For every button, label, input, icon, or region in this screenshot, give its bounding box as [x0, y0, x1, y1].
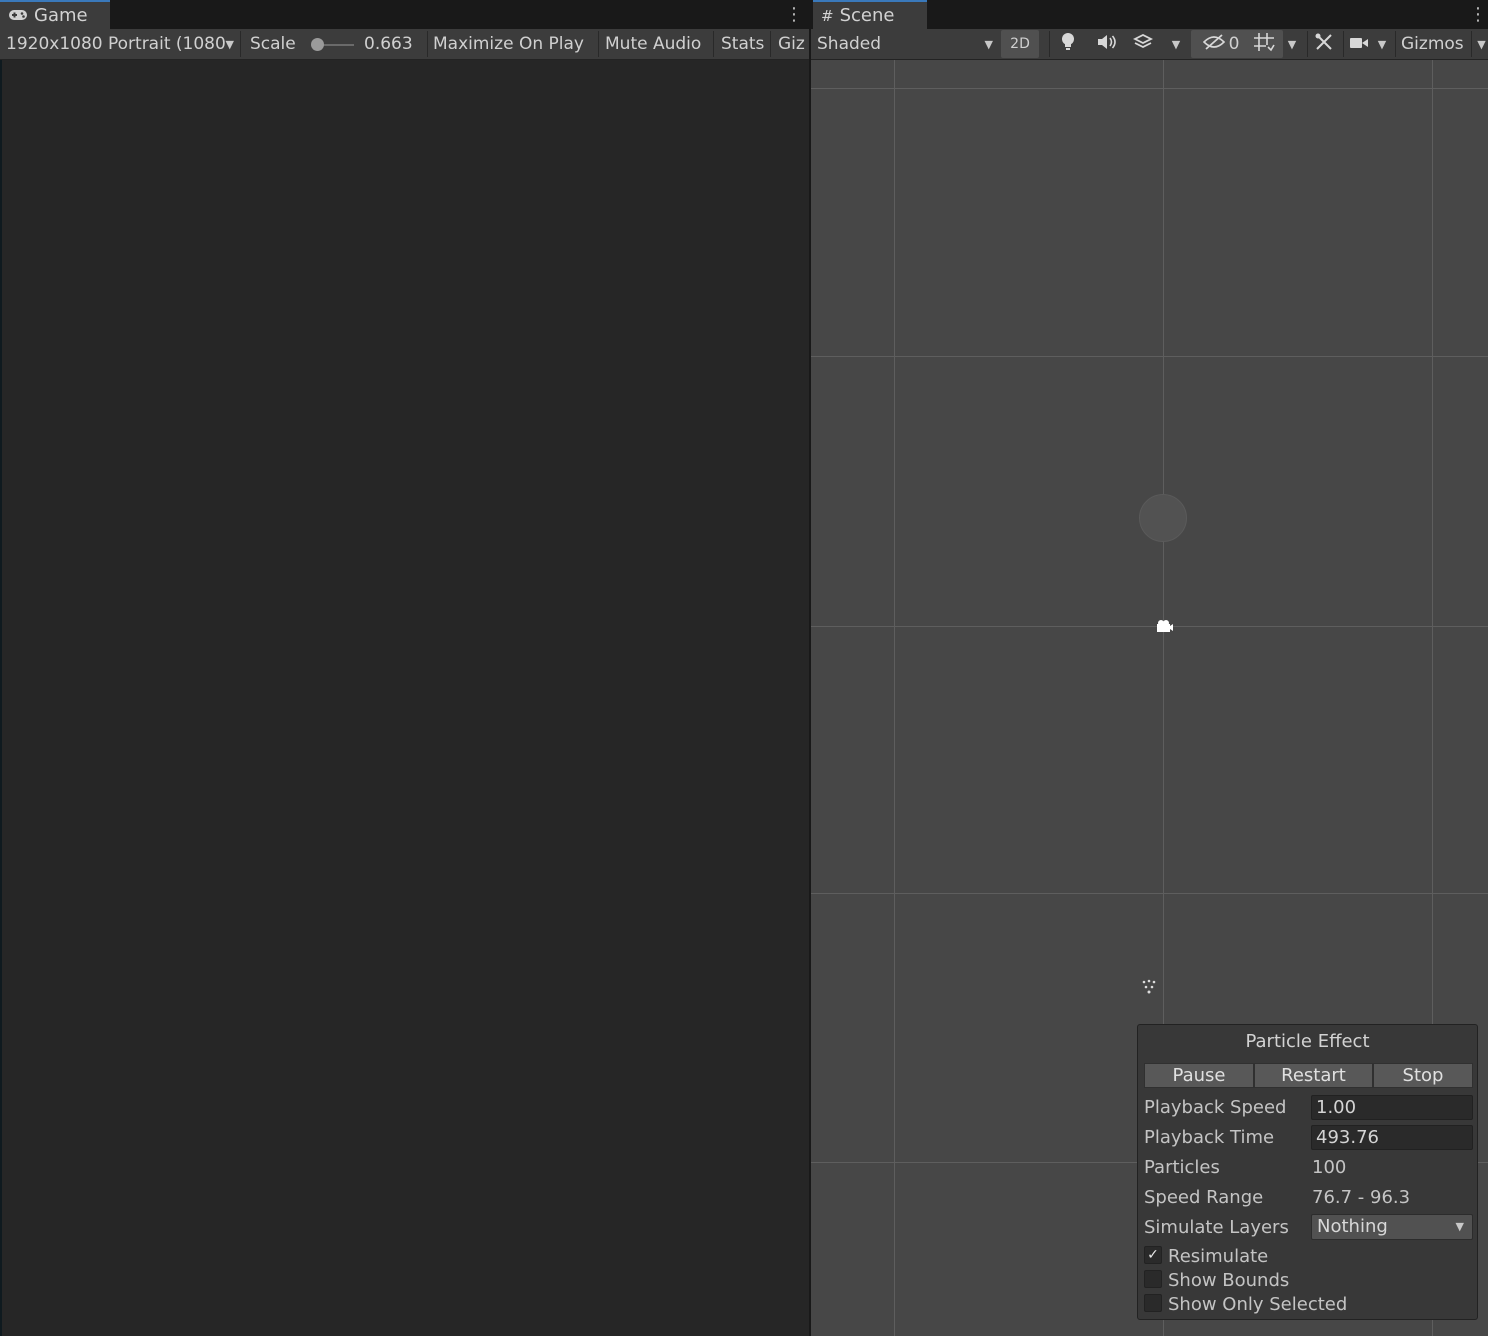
playback-speed-label: Playback Speed [1144, 1097, 1287, 1118]
chevron-down-icon: ▼ [225, 37, 234, 51]
game-more-options-icon[interactable]: ⋮ [785, 4, 803, 25]
resimulate-label: Resimulate [1168, 1246, 1269, 1267]
chevron-down-icon: ▼ [1377, 37, 1387, 51]
maximize-on-play-button[interactable]: Maximize On Play [433, 29, 593, 59]
eye-slash-icon [1202, 33, 1225, 55]
simulate-layers-dropdown[interactable]: Nothing ▼ [1311, 1214, 1473, 1240]
grid-line [811, 356, 1488, 357]
mute-audio-button[interactable]: Mute Audio [605, 29, 709, 59]
tab-game[interactable]: Game [0, 0, 110, 29]
playback-time-input[interactable]: 493.76 [1311, 1125, 1473, 1150]
audio-toggle[interactable] [1093, 30, 1119, 58]
camera-toggle[interactable] [1347, 30, 1371, 58]
scale-slider[interactable] [308, 29, 358, 59]
game-tab-strip [0, 0, 809, 29]
speaker-icon [1096, 34, 1116, 54]
divider [1471, 31, 1472, 57]
particle-system-gizmo-icon[interactable] [1141, 979, 1157, 1001]
divider [713, 31, 714, 57]
chevron-down-icon: ▼ [984, 37, 993, 51]
divider [427, 31, 428, 57]
scale-value: 0.663 [364, 34, 413, 54]
draw-mode-value: Shaded [817, 34, 882, 54]
show-only-selected-label: Show Only Selected [1168, 1294, 1348, 1315]
camera-icon [1349, 35, 1369, 54]
checkmark-icon: ✓ [1147, 1247, 1159, 1263]
particle-effect-panel: Particle Effect Pause Restart Stop Playb… [1137, 1024, 1478, 1320]
particles-value: 100 [1312, 1157, 1347, 1178]
camera-dropdown[interactable]: ▼ [1373, 30, 1391, 58]
hidden-object-count: 0 [1228, 34, 1240, 54]
gamepad-icon [8, 7, 28, 25]
divider [1343, 31, 1344, 57]
chevron-down-icon: ▼ [1287, 37, 1297, 51]
resimulate-checkbox[interactable]: ✓ [1144, 1246, 1162, 1264]
pause-button[interactable]: Pause [1144, 1063, 1254, 1088]
stats-button[interactable]: Stats [721, 29, 769, 59]
grid-line [811, 893, 1488, 894]
divider [1307, 31, 1308, 57]
effects-toggle[interactable] [1129, 30, 1157, 58]
gizmos-button-truncated[interactable]: Giz [778, 29, 809, 59]
simulate-layers-value: Nothing [1317, 1216, 1388, 1237]
playback-time-label: Playback Time [1144, 1127, 1275, 1148]
sphere-object[interactable] [1139, 494, 1187, 542]
divider [770, 31, 771, 57]
divider [1395, 31, 1396, 57]
grid-line [811, 626, 1488, 627]
particles-label: Particles [1144, 1157, 1220, 1178]
game-toolbar: 1920x1080 Portrait (1080 ▼ Scale 0.663 M… [0, 29, 809, 60]
tab-scene[interactable]: # Scene [813, 0, 927, 29]
chevron-down-icon: ▼ [1477, 37, 1486, 51]
show-bounds-checkbox[interactable] [1144, 1270, 1162, 1288]
stop-button[interactable]: Stop [1373, 1063, 1473, 1088]
scale-label: Scale [250, 34, 296, 54]
simulate-layers-label: Simulate Layers [1144, 1217, 1289, 1238]
lightbulb-icon [1061, 33, 1075, 55]
chevron-down-icon: ▼ [1171, 37, 1181, 51]
tools-icon [1314, 32, 1334, 56]
grid-line [894, 60, 895, 1336]
tab-scene-label: Scene [839, 5, 895, 26]
camera-gizmo-icon[interactable] [1154, 618, 1174, 638]
speed-range-value: 76.7 - 96.3 [1312, 1187, 1411, 1208]
playback-speed-input[interactable]: 1.00 [1311, 1095, 1473, 1120]
game-viewport[interactable] [0, 60, 809, 1336]
grid-toggle[interactable] [1245, 30, 1283, 58]
divider [598, 31, 599, 57]
show-only-selected-checkbox[interactable] [1144, 1294, 1162, 1312]
panel-title: Particle Effect [1245, 1031, 1370, 1052]
scene-toolbar: Shaded ▼ 2D ▼ 0 ▼ ▼ Gizmos ▼ [811, 29, 1488, 60]
layers-icon [1132, 33, 1154, 54]
speed-range-label: Speed Range [1144, 1187, 1264, 1208]
divider [1049, 31, 1050, 57]
scene-more-options-icon[interactable]: ⋮ [1469, 4, 1487, 25]
chevron-down-icon: ▼ [1455, 1220, 1464, 1233]
scene-visibility-toggle[interactable]: 0 [1191, 30, 1251, 58]
grid-line [811, 88, 1488, 89]
grid-icon: # [821, 6, 834, 25]
grid-snap-icon [1253, 32, 1275, 56]
lighting-toggle[interactable] [1055, 30, 1081, 58]
gizmos-button[interactable]: Gizmos [1401, 29, 1471, 59]
restart-button[interactable]: Restart [1254, 1063, 1373, 1088]
resolution-value: 1920x1080 Portrait (1080 [6, 34, 226, 54]
mode-2d-toggle[interactable]: 2D [1001, 30, 1039, 58]
grid-dropdown[interactable]: ▼ [1283, 30, 1301, 58]
show-bounds-label: Show Bounds [1168, 1270, 1290, 1291]
tab-game-label: Game [34, 5, 88, 26]
effects-dropdown[interactable]: ▼ [1166, 30, 1186, 58]
gizmos-dropdown[interactable]: ▼ [1475, 30, 1488, 58]
resolution-dropdown[interactable]: 1920x1080 Portrait (1080 ▼ [0, 29, 240, 59]
divider [240, 31, 241, 57]
tools-toggle[interactable] [1311, 30, 1337, 58]
draw-mode-dropdown[interactable]: Shaded ▼ [817, 29, 997, 59]
scale-slider-thumb[interactable] [311, 38, 324, 51]
